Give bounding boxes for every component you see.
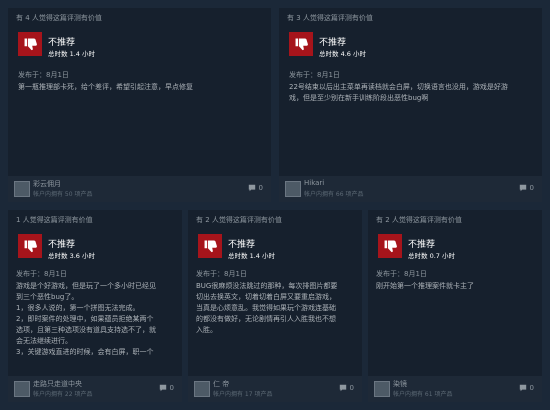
comment-count-value: 0	[349, 384, 354, 392]
thumbs-down-icon	[378, 234, 402, 258]
review-line: BUG很麻烦没法跳过的那种，每次排图片都要	[196, 282, 338, 290]
review-footer: 彩云佣月 帐户内拥有 50 项产品 0	[8, 176, 271, 202]
review-author[interactable]: 染镜	[393, 379, 407, 389]
review-line: 戏，但是至少别在新手训练阶段出恶性bug啊	[289, 94, 429, 102]
thumbs-down-icon	[18, 234, 42, 258]
review-hours: 总时数 0.7 小时	[408, 252, 455, 260]
avatar[interactable]	[285, 181, 301, 197]
review-verdict: 不推荐	[48, 38, 76, 48]
comment-count[interactable]: 0	[519, 384, 534, 392]
review-line: 第一瓶推理部卡死，给个差评，希望引起注意，早点修复	[18, 83, 193, 91]
helpful-count: 有 2 人觉得这篇评测有价值	[196, 216, 282, 224]
review-card-2[interactable]: 有 3 人觉得这篇评测有价值 不推荐 总时数 4.6 小时 发布于：8月1日 2…	[279, 8, 542, 202]
helpful-count: 1 人觉得这篇评测有价值	[16, 216, 93, 224]
comment-count-value: 0	[258, 184, 263, 192]
review-author-products: 帐户内拥有 61 项产品	[393, 391, 453, 398]
avatar[interactable]	[14, 181, 30, 197]
review-hours: 总时数 3.6 小时	[48, 252, 95, 260]
review-line: 当真是心烦意乱。我觉得如果玩个游戏连基础	[196, 304, 336, 312]
comment-icon	[339, 384, 346, 392]
review-card-1[interactable]: 有 4 人觉得这篇评测有价值 不推荐 总时数 1.4 小时 发布于：8月1日 第…	[8, 8, 271, 202]
review-hours: 总时数 4.6 小时	[319, 50, 366, 58]
review-posted-date: 发布于：8月1日	[196, 270, 247, 278]
review-posted-date: 发布于：8月1日	[289, 71, 340, 79]
avatar[interactable]	[374, 381, 390, 397]
review-line: 刚开始第一个推理案件就卡主了	[376, 282, 474, 290]
comment-count-value: 0	[529, 384, 534, 392]
comment-count-value: 0	[169, 384, 174, 392]
review-author-products: 帐户内拥有 66 项产品	[304, 191, 364, 198]
comment-count[interactable]: 0	[159, 384, 174, 392]
review-line: 会无法继续进行。	[16, 337, 72, 345]
review-body: 22号结束以后出主菜单再读档就会白屏，切换语言也没用，游戏是好游 戏，但是至少别…	[289, 82, 537, 104]
review-author[interactable]: 彩云佣月	[33, 179, 61, 189]
review-verdict: 不推荐	[48, 240, 76, 250]
review-line: 入胜。	[196, 326, 217, 334]
helpful-count: 有 3 人觉得这篇评测有价值	[287, 14, 373, 22]
review-line: 选项，且第三种选项没有道具支持选不了，就	[16, 326, 156, 334]
review-verdict: 不推荐	[319, 38, 347, 48]
review-verdict: 不推荐	[228, 240, 256, 250]
comment-icon	[519, 384, 526, 392]
avatar[interactable]	[14, 381, 30, 397]
review-line: 的都没有做好，无论剧情再引人入胜我也不想	[196, 315, 336, 323]
review-card-3[interactable]: 1 人觉得这篇评测有价值 不推荐 总时数 3.6 小时 发布于：8月1日 游戏是…	[8, 210, 182, 402]
thumbs-down-icon	[18, 32, 42, 56]
comment-count[interactable]: 0	[519, 184, 534, 192]
review-author[interactable]: 走路只走道中央	[33, 379, 82, 389]
review-footer: Hikari 帐户内拥有 66 项产品 0	[279, 176, 542, 202]
review-posted-date: 发布于：8月1日	[376, 270, 427, 278]
review-footer: 仁 帝 帐户内拥有 17 项产品 0	[188, 376, 362, 402]
review-body: 第一瓶推理部卡死，给个差评，希望引起注意，早点修复	[18, 82, 263, 93]
comment-count[interactable]: 0	[248, 184, 263, 192]
review-posted-date: 发布于：8月1日	[16, 270, 67, 278]
review-verdict: 不推荐	[408, 240, 436, 250]
text-fade	[8, 358, 182, 376]
comment-icon	[159, 384, 166, 392]
review-line: 切出去换英文，切着切着白屏又要重启游戏，	[196, 293, 336, 301]
review-footer: 走路只走道中央 帐户内拥有 22 项产品 0	[8, 376, 182, 402]
helpful-count: 有 4 人觉得这篇评测有价值	[16, 14, 102, 22]
review-line: 1，很多人说的，第一个拼图无法完成。	[16, 304, 140, 312]
review-hours: 总时数 1.4 小时	[48, 50, 95, 58]
review-line: 2，即时案件的处理中，如果蕴员拒绝某两个	[16, 315, 154, 323]
review-line: 22号结束以后出主菜单再读档就会白屏，切换语言也没用，游戏是好游	[289, 83, 508, 91]
review-line: 到三个恶性bug了。	[16, 293, 79, 301]
review-hours: 总时数 1.4 小时	[228, 252, 275, 260]
review-line: 游戏是个好游戏，但是玩了一个多小时已经见	[16, 282, 156, 290]
comment-icon	[248, 184, 255, 192]
comment-count[interactable]: 0	[339, 384, 354, 392]
review-body: 游戏是个好游戏，但是玩了一个多小时已经见 到三个恶性bug了。 1，很多人说的，…	[16, 281, 180, 358]
comment-count-value: 0	[529, 184, 534, 192]
review-author-products: 帐户内拥有 17 项产品	[213, 391, 273, 398]
helpful-count: 有 2 人觉得这篇评测有价值	[376, 216, 462, 224]
review-author-products: 帐户内拥有 22 项产品	[33, 391, 93, 398]
review-author[interactable]: 仁 帝	[213, 379, 229, 389]
thumbs-down-icon	[198, 234, 222, 258]
review-author-products: 帐户内拥有 50 项产品	[33, 191, 93, 198]
review-posted-date: 发布于：8月1日	[18, 71, 69, 79]
review-body: BUG很麻烦没法跳过的那种，每次排图片都要 切出去换英文，切着切着白屏又要重启游…	[196, 281, 360, 336]
review-author[interactable]: Hikari	[304, 179, 324, 187]
comment-icon	[519, 184, 526, 192]
avatar[interactable]	[194, 381, 210, 397]
review-line: 3，关键游戏直进的时候，会有白屏，职一个	[16, 348, 154, 356]
review-body: 刚开始第一个推理案件就卡主了	[376, 281, 540, 292]
review-card-4[interactable]: 有 2 人觉得这篇评测有价值 不推荐 总时数 1.4 小时 发布于：8月1日 B…	[188, 210, 362, 402]
review-footer: 染镜 帐户内拥有 61 项产品 0	[368, 376, 542, 402]
review-card-5[interactable]: 有 2 人觉得这篇评测有价值 不推荐 总时数 0.7 小时 发布于：8月1日 刚…	[368, 210, 542, 402]
thumbs-down-icon	[289, 32, 313, 56]
